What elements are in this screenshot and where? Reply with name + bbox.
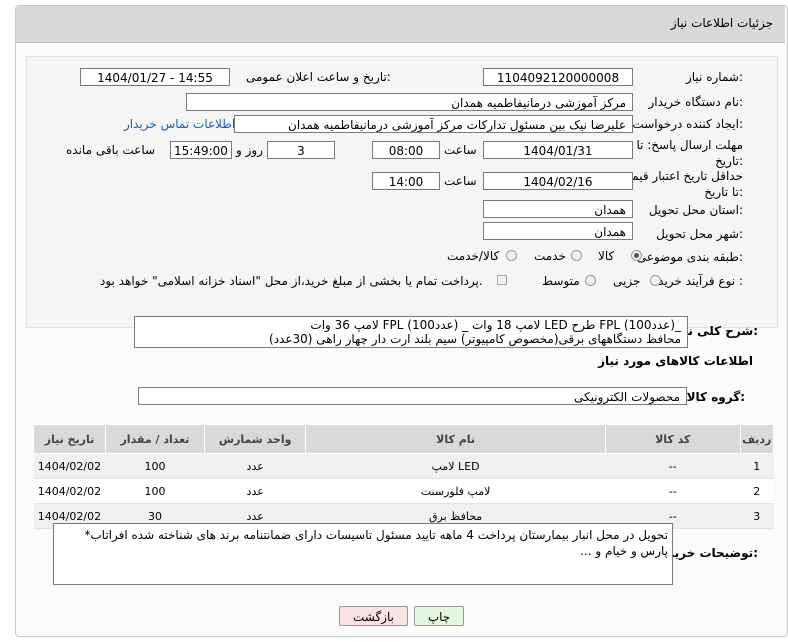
- col-date-header: تاریخ نیاز: [33, 424, 106, 454]
- process-label: نوع فرآیند خرید :: [658, 274, 743, 288]
- description-textarea[interactable]: لامپ 36 وات FPL (عدد100) _ لامپ 18 وات L…: [134, 316, 688, 348]
- panel-title: جزئیات اطلاعات نیاز: [670, 16, 773, 30]
- remaining-time-field: 15:49:00: [170, 141, 232, 159]
- announce-field: 1404/01/27 - 14:55: [80, 68, 230, 86]
- panel-header: جزئیات اطلاعات نیاز: [16, 6, 785, 43]
- row-unit: عدد: [204, 453, 306, 479]
- category-service-label: خدمت: [534, 249, 566, 263]
- row-index: 1: [740, 453, 774, 479]
- deadline-time-label: ساعت: [444, 143, 477, 157]
- category-goods-service-label: کالا/خدمت: [447, 249, 500, 263]
- col-code-header: کد کالا: [604, 424, 741, 454]
- buyer-field: مرکز آموزشی درمانیفاطمیه همدان: [186, 93, 633, 111]
- category-service-radio[interactable]: [571, 250, 582, 261]
- col-name-header: نام کالا: [305, 424, 606, 454]
- col-unit-header: واحد شمارش: [204, 424, 307, 454]
- col-qty-header: تعداد / مقدار: [104, 424, 206, 454]
- treasury-checkbox[interactable]: [497, 275, 507, 285]
- row-index: 2: [740, 478, 774, 504]
- announce-label: تاریخ و ساعت اعلان عمومی:: [246, 70, 391, 84]
- row-name: لامپ فلورسنت: [305, 478, 606, 504]
- process-medium-radio[interactable]: [585, 275, 596, 286]
- creator-field: علیرضا نیک بین مسئول تدارکات مرکز آموزشی…: [234, 115, 633, 133]
- creator-label: ایجاد کننده درخواست:: [632, 117, 743, 131]
- description-line-2: محافظ دستگاههای برقی(مخصوص کامپیوتر) سیم…: [269, 332, 681, 346]
- remaining-label: ساعت باقی مانده: [66, 143, 156, 157]
- buyer-contact-link[interactable]: اطلاعات تماس خریدار: [124, 117, 235, 131]
- row-date: 1404/02/02: [33, 453, 106, 479]
- buyer-label: نام دستگاه خریدار:: [648, 95, 744, 109]
- category-goods-service-radio[interactable]: [506, 250, 517, 261]
- category-label: طبقه بندی موضوعی:: [636, 250, 743, 264]
- goods-section-title: اطلاعات کالاهای مورد نیاز: [598, 354, 753, 368]
- row-index: 3: [740, 503, 774, 529]
- city-field: همدان: [483, 222, 633, 240]
- city-label: شهر محل تحویل:: [656, 227, 743, 241]
- table-header-row: تاریخ نیاز تعداد / مقدار واحد شمارش نام …: [33, 424, 775, 454]
- back-button[interactable]: بازگشت: [339, 606, 408, 626]
- row-date: 1404/02/02: [33, 478, 106, 504]
- need-number-label: شماره نیاز:: [685, 70, 743, 84]
- row-unit: عدد: [204, 478, 306, 504]
- days-label: روز و: [236, 143, 263, 157]
- col-index-header: ردیف: [739, 424, 775, 454]
- days-field: 3: [267, 141, 335, 159]
- buyer-notes-textarea[interactable]: تحویل در محل انبار بیمارستان پرداخت 4 ما…: [53, 523, 673, 585]
- deadline-time-field: 08:00: [372, 141, 440, 159]
- row-qty: 100: [105, 453, 205, 479]
- need-number-field: 1104092120000008: [483, 68, 633, 86]
- row-code: --: [605, 453, 741, 479]
- category-goods-radio[interactable]: [631, 250, 642, 261]
- treasury-note: پرداخت تمام یا بخشی از مبلغ خرید،از محل …: [100, 274, 483, 288]
- goods-group-label: گروه کالا:: [686, 390, 745, 404]
- table-row[interactable]: 1404/02/02 100 عدد لامپ LED -- 1: [33, 453, 774, 479]
- deadline-date-field: 1404/01/31: [483, 141, 633, 159]
- process-minor-radio[interactable]: [650, 275, 661, 286]
- category-goods-label: کالا: [598, 249, 615, 263]
- validity-time-label: ساعت: [444, 174, 477, 188]
- validity-time-field: 14:00: [372, 172, 440, 190]
- row-code: --: [605, 478, 741, 504]
- validity-date-field: 1404/02/16: [483, 172, 633, 190]
- row-qty: 100: [105, 478, 205, 504]
- province-field: همدان: [483, 200, 633, 218]
- process-minor-label: جزیی: [613, 274, 641, 288]
- print-button[interactable]: چاپ: [414, 606, 464, 626]
- province-label: استان محل تحویل:: [648, 203, 743, 217]
- table-row[interactable]: 1404/02/02 100 عدد لامپ فلورسنت -- 2: [33, 478, 774, 504]
- process-medium-label: متوسط: [542, 274, 580, 288]
- description-line-1: لامپ 36 وات FPL (عدد100) _ لامپ 18 وات L…: [310, 318, 681, 332]
- goods-group-field: محصولات الکترونیکی: [138, 387, 687, 405]
- goods-table: تاریخ نیاز تعداد / مقدار واحد شمارش نام …: [33, 424, 775, 529]
- row-name: لامپ LED: [305, 453, 606, 479]
